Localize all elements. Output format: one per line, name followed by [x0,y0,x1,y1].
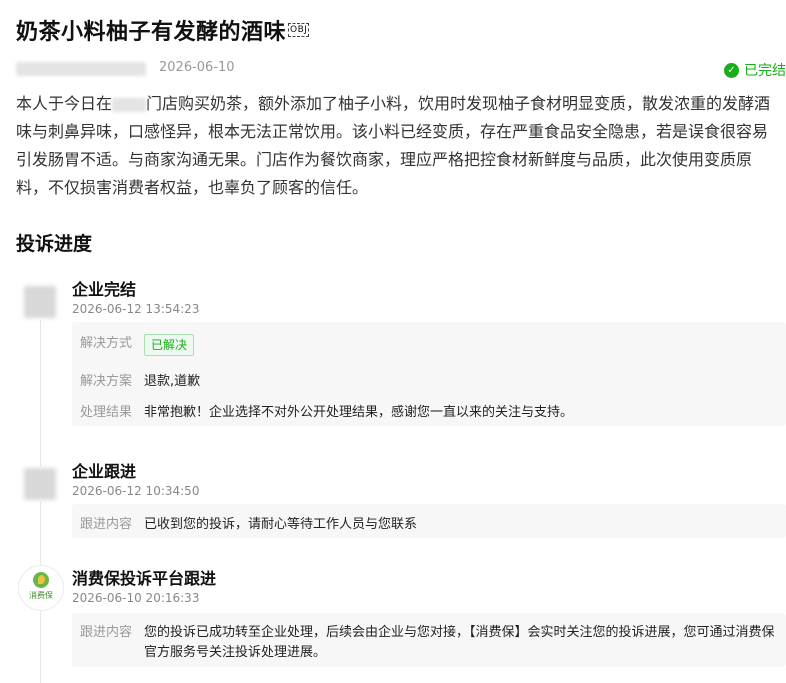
store-name-blurred [112,97,147,112]
timeline-item-title: 消费保投诉平台跟进 [72,569,217,588]
detail-value: 非常抱歉！企业选择不对外公开处理结果，感谢您一直以来的关注与支持。 [144,405,574,420]
logo-text: 消费保 [29,591,53,600]
detail-key: 跟进内容 [80,517,133,532]
timeline-item-platform-followup: 消费保 消费保投诉平台跟进 2026-06-10 20:16:33 跟进内容 您的… [16,565,786,675]
timeline-item-title: 企业完结 [72,280,137,299]
status-badge: ✓ 已完结 [724,60,786,80]
timeline-item-time: 2026-06-12 13:54:23 [72,302,200,316]
obj-marker: OBJ [288,23,310,37]
complaint-date: 2026-06-10 [159,60,235,75]
resolved-badge: 已解决 [144,334,195,356]
complaint-body: 本人于今日在 门店购买奶茶，额外添加了柚子小料，饮用时发现柚子食材明显变质，散发浓… [16,90,781,202]
timeline-item-enterprise-completed: 企业完结 2026-06-12 13:54:23 解决方式 已解决 解决方案 退款,… [16,276,786,428]
timeline-item-time: 2026-06-10 20:16:33 [72,591,200,605]
timeline-detail-panel: 解决方式 已解决 解决方案 退款,道歉 处理结果 非常抱歉！企业选择不对外公开处理结果… [72,322,786,426]
section-title-progress: 投诉进度 [16,233,93,255]
status-text: 已完结 [744,63,786,79]
timeline-item-time: 2026-06-12 10:34:50 [72,484,200,498]
xiaofeibao-logo-icon: 消费保 [18,565,64,611]
detail-key: 跟进内容 [80,625,133,640]
timeline-item-title: 企业跟进 [72,462,137,481]
detail-value: 退款,道歉 [144,374,201,389]
detail-value: 已收到您的投诉，请耐心等待工作人员与您联系 [144,517,418,532]
complaint-meta: 2026-06-10 ✓ 已完结 [16,58,786,80]
detail-row-followup: 跟进内容 已收到您的投诉，请耐心等待工作人员与您联系 [80,513,417,532]
complaint-title: 奶茶小料柚子有发酵的酒味 OBJ [16,14,310,46]
detail-key: 解决方式 [80,336,133,351]
leaf-icon [33,572,49,588]
timeline-detail-panel: 跟进内容 您的投诉已成功转至企业处理，后续会由企业与您对接，【消费保】会实时关注您… [72,613,786,667]
check-circle-icon: ✓ [724,62,739,78]
detail-key: 解决方案 [80,374,133,389]
detail-row-result: 处理结果 非常抱歉！企业选择不对外公开处理结果，感谢您一直以来的关注与支持。 [80,401,573,420]
detail-value: 您的投诉已成功转至企业处理，后续会由企业与您对接，【消费保】会实时关注您的投诉进… [144,625,775,660]
complaint-body-part1: 本人于今日在 [16,94,113,113]
enterprise-avatar-icon [22,284,58,320]
complaint-title-text: 奶茶小料柚子有发酵的酒味 [16,20,287,45]
detail-row-followup: 跟进内容 您的投诉已成功转至企业处理，后续会由企业与您对接，【消费保】会实时关注您… [80,623,786,663]
timeline-detail-panel: 跟进内容 已收到您的投诉，请耐心等待工作人员与您联系 [72,504,786,538]
detail-row-resolution-plan: 解决方案 退款,道歉 [80,370,200,389]
user-avatar-name-blurred [16,62,146,76]
enterprise-avatar-icon [22,466,58,502]
timeline-item-enterprise-followup: 企业跟进 2026-06-12 10:34:50 跟进内容 已收到您的投诉，请耐心… [16,458,786,540]
detail-key: 处理结果 [80,405,133,420]
detail-row-resolution-method: 解决方式 已解决 [80,334,195,356]
